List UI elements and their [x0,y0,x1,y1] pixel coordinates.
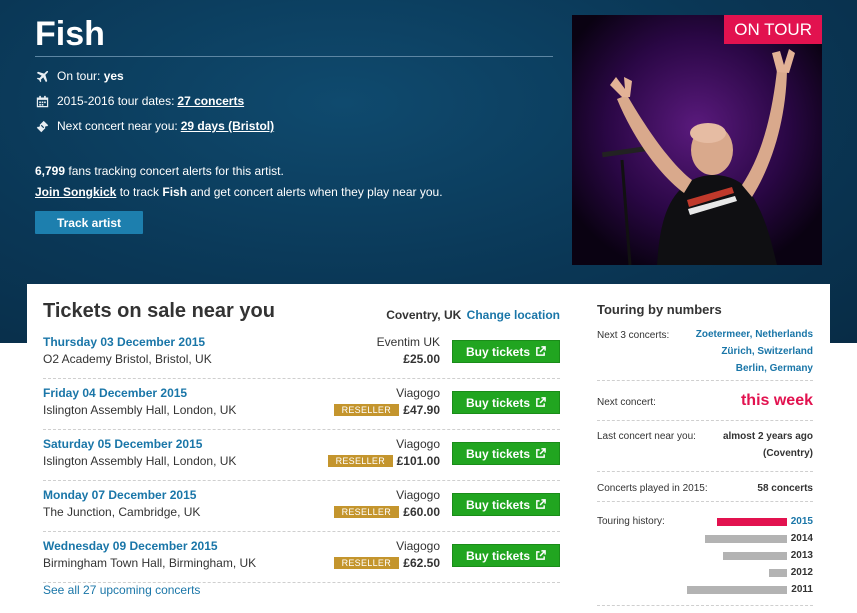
concert-venue: The Junction, Cambridge, UK [43,505,201,519]
concert-date-link[interactable]: Thursday 03 December 2015 [43,335,205,349]
ticket-price: £60.00 [403,505,440,519]
buy-tickets-button[interactable]: Buy tickets [452,493,560,516]
ticket-icon [35,119,49,133]
ticket-row: Monday 07 December 2015 The Junction, Cam… [43,481,560,532]
join-text: Join Songkick to track Fish and get conc… [35,185,443,199]
main-panel: Tickets on sale near you Coventry, UK Ch… [27,284,830,613]
history-bar-2015 [717,518,787,526]
reseller-badge: RESELLER [327,455,393,467]
tour-dates-fact: 2015-2016 tour dates: 27 concerts [35,94,244,108]
history-year-2011: 2011 [791,584,813,595]
concert-date-link[interactable]: Wednesday 09 December 2015 [43,539,218,553]
ticket-price: £47.90 [403,403,440,417]
ticket-vendor: Viagogo [396,488,440,502]
reseller-badge: RESELLER [333,404,399,416]
history-bar-2012 [769,569,787,577]
history-row: Touring history: 2015 2014 2013 2012 2011 [597,502,813,606]
header-divider [35,56,553,57]
tickets-title: Tickets on sale near you [43,300,275,322]
ticket-price: £25.00 [403,352,440,366]
concert-date-link[interactable]: Saturday 05 December 2015 [43,437,202,451]
reseller-badge: RESELLER [333,557,399,569]
history-bar-2013 [723,552,787,560]
concert-venue: O2 Academy Bristol, Bristol, UK [43,352,212,366]
next-concert-fact: Next concert near you: 29 days (Bristol) [35,119,274,133]
artist-info: Fish On tour: yes 2015-2016 tour dates: … [35,12,555,234]
played-value: 58 concerts [757,483,813,494]
buy-tickets-button[interactable]: Buy tickets [452,442,560,465]
fans-count: 6,799 [35,164,66,178]
change-location-link[interactable]: Change location [467,308,560,322]
join-songkick-link[interactable]: Join Songkick [35,185,116,199]
artist-photo: ON TOUR [572,15,822,265]
tour-dates-link[interactable]: 27 concerts [177,94,244,108]
on-tour-fact: On tour: yes [35,69,124,83]
external-link-icon [536,550,546,560]
buy-tickets-button[interactable]: Buy tickets [452,544,560,567]
external-link-icon [536,499,546,509]
current-location: Coventry, UK [386,308,462,322]
next-concert-link-1[interactable]: Zoetermeer, Netherlands [696,326,813,343]
on-tour-badge: ON TOUR [724,15,822,44]
next3-row: Next 3 concerts: Zoetermeer, Netherlands… [597,324,813,381]
buy-tickets-button[interactable]: Buy tickets [452,340,560,363]
ticket-vendor: Viagogo [396,437,440,451]
buy-tickets-button[interactable]: Buy tickets [452,391,560,414]
ticket-row: Wednesday 09 December 2015 Birmingham Tow… [43,532,560,583]
concert-date-link[interactable]: Friday 04 December 2015 [43,386,187,400]
ticket-vendor: Eventim UK [376,335,440,349]
ticket-row: Saturday 05 December 2015 Islington Assem… [43,430,560,481]
stats-title: Touring by numbers [597,302,722,317]
history-bar-2014 [705,535,787,543]
concert-venue: Birmingham Town Hall, Birmingham, UK [43,556,257,570]
history-year-2012: 2012 [790,567,813,578]
history-year-2013: 2013 [790,550,813,561]
fans-tracking-text: 6,799 fans tracking concert alerts for t… [35,164,284,178]
calendar-icon [35,94,49,108]
next3-list: Zoetermeer, Netherlands Zürich, Switzerl… [696,326,813,377]
artist-photo-image [572,15,822,265]
ticket-vendor: Viagogo [396,539,440,553]
external-link-icon [536,346,546,356]
next-concert-link-2[interactable]: Zürich, Switzerland [696,343,813,360]
plane-icon [35,69,49,83]
ticket-row: Friday 04 December 2015 Islington Assembl… [43,379,560,430]
track-artist-button[interactable]: Track artist [35,211,143,234]
played-row: Concerts played in 2015: 58 concerts [597,472,813,502]
next-concert-link-3[interactable]: Berlin, Germany [696,360,813,377]
history-year-2015[interactable]: 2015 [791,516,813,527]
ticket-row: Thursday 03 December 2015 O2 Academy Bris… [43,328,560,379]
last-concert-row: Last concert near you: almost 2 years ag… [597,421,813,472]
reseller-badge: RESELLER [333,506,399,518]
next-concert-row: Next concert: this week [597,381,813,421]
ticket-price: £101.00 [396,454,440,468]
see-all-concerts-link[interactable]: See all 27 upcoming concerts [43,583,200,597]
history-year-2014: 2014 [790,533,813,544]
external-link-icon [536,448,546,458]
artist-name: Fish [35,15,105,53]
next-concert-value: this week [740,392,813,409]
last-concert-value: almost 2 years ago (Coventry) [722,431,813,459]
ticket-vendor: Viagogo [396,386,440,400]
external-link-icon [536,397,546,407]
ticket-price: £62.50 [403,556,440,570]
next-concert-link[interactable]: 29 days (Bristol) [181,119,274,133]
concert-venue: Islington Assembly Hall, London, UK [43,403,237,417]
location-bar: Coventry, UK Change location [386,308,560,322]
concert-date-link[interactable]: Monday 07 December 2015 [43,488,196,502]
history-bar-2011 [687,586,787,594]
concert-venue: Islington Assembly Hall, London, UK [43,454,237,468]
